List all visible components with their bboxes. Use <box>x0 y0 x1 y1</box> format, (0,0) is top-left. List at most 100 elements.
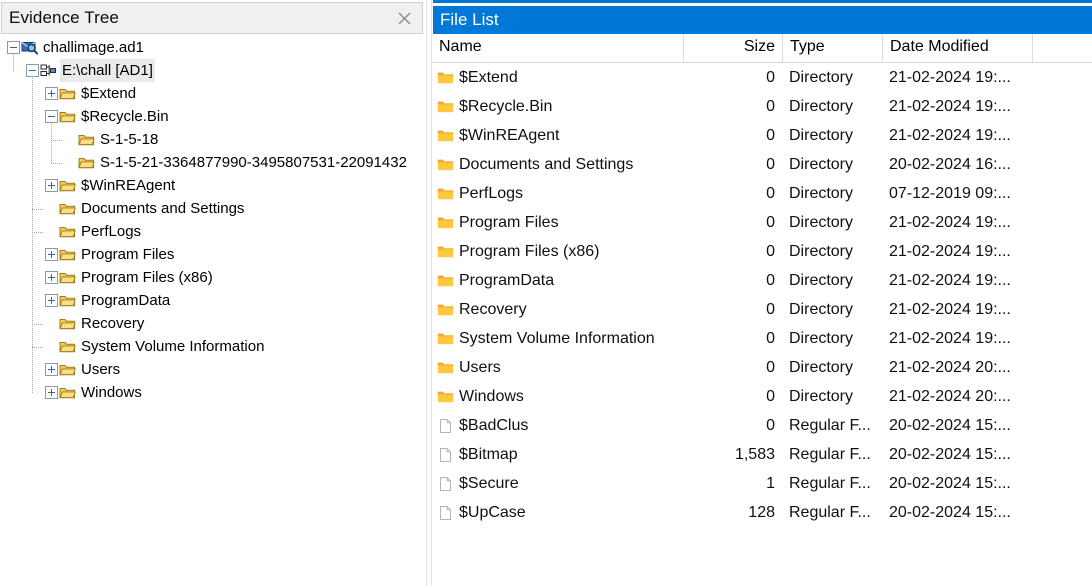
folder-icon <box>59 224 76 239</box>
tree-node-label: Program Files <box>79 243 176 266</box>
column-header-date-modified[interactable]: Date Modified <box>882 34 1032 62</box>
cell-name: Users <box>433 359 683 377</box>
file-list-rows[interactable]: $Extend0Directory21-02-2024 19:...$Recyc… <box>433 63 1092 586</box>
table-row[interactable]: $BadClus0Regular F...20-02-2024 15:... <box>433 411 1092 440</box>
cell-type: Regular F... <box>782 504 882 522</box>
tree-node-label: System Volume Information <box>79 335 266 358</box>
cell-name: Windows <box>433 388 683 406</box>
column-header-name[interactable]: Name <box>433 34 683 62</box>
expand-icon[interactable] <box>45 87 58 100</box>
file-name-label: Program Files <box>459 214 559 232</box>
evidence-tree-pane: Evidence Tree challimage.ad1E:\chall [AD… <box>0 0 426 586</box>
tree-node[interactable]: challimage.ad1 <box>0 36 426 59</box>
cell-date-modified: 21-02-2024 19:... <box>882 272 1032 290</box>
file-name-label: $BadClus <box>459 417 528 435</box>
column-header-type[interactable]: Type <box>782 34 882 62</box>
cell-size: 0 <box>683 214 782 232</box>
tree-node-label: ProgramData <box>79 289 172 312</box>
tree-node[interactable]: PerfLogs <box>0 220 426 243</box>
cell-date-modified: 21-02-2024 20:... <box>882 388 1032 406</box>
tree-node[interactable]: Documents and Settings <box>0 197 426 220</box>
expand-icon[interactable] <box>45 179 58 192</box>
file-name-label: Program Files (x86) <box>459 243 599 261</box>
tree-node[interactable]: E:\chall [AD1] <box>0 59 426 82</box>
tree-node-label: $WinREAgent <box>79 174 177 197</box>
folder-icon <box>437 331 454 347</box>
tree-node[interactable]: ProgramData <box>0 289 426 312</box>
tree-node-label: S-1-5-21-3364877990-3495807531-22091432 <box>98 151 409 174</box>
tree-node[interactable]: $Recycle.Bin <box>0 105 426 128</box>
cell-type: Directory <box>782 69 882 87</box>
cell-date-modified: 21-02-2024 20:... <box>882 359 1032 377</box>
cell-size: 0 <box>683 98 782 116</box>
cell-size: 1,583 <box>683 446 782 464</box>
tree-node[interactable]: Windows <box>0 381 426 404</box>
tree-node[interactable]: S-1-5-18 <box>0 128 426 151</box>
expand-icon[interactable] <box>45 294 58 307</box>
table-row[interactable]: $Extend0Directory21-02-2024 19:... <box>433 63 1092 92</box>
table-row[interactable]: Program Files0Directory21-02-2024 19:... <box>433 208 1092 237</box>
evidence-tree-title: Evidence Tree <box>2 8 119 28</box>
table-row[interactable]: ProgramData0Directory21-02-2024 19:... <box>433 266 1092 295</box>
expand-icon[interactable] <box>45 386 58 399</box>
cell-name: $BadClus <box>433 417 683 435</box>
evidence-tree-list[interactable]: challimage.ad1E:\chall [AD1]$Extend$Recy… <box>0 36 426 586</box>
file-list-pane: File List Name Size Type Date Modified $… <box>432 0 1092 586</box>
folder-icon <box>59 293 76 308</box>
tree-node[interactable]: S-1-5-21-3364877990-3495807531-22091432 <box>0 151 426 174</box>
tree-node[interactable]: Program Files (x86) <box>0 266 426 289</box>
tree-node[interactable]: Users <box>0 358 426 381</box>
column-header-size[interactable]: Size <box>683 34 782 62</box>
cell-size: 0 <box>683 272 782 290</box>
table-row[interactable]: Program Files (x86)0Directory21-02-2024 … <box>433 237 1092 266</box>
cell-type: Directory <box>782 359 882 377</box>
file-name-label: $Extend <box>459 69 518 87</box>
table-row[interactable]: Recovery0Directory21-02-2024 19:... <box>433 295 1092 324</box>
tree-node[interactable]: System Volume Information <box>0 335 426 358</box>
cell-size: 0 <box>683 156 782 174</box>
table-row[interactable]: System Volume Information0Directory21-02… <box>433 324 1092 353</box>
table-row[interactable]: $UpCase128Regular F...20-02-2024 15:... <box>433 498 1092 527</box>
cell-name: Program Files <box>433 214 683 232</box>
folder-icon <box>437 273 454 289</box>
folder-icon <box>59 270 76 285</box>
table-row[interactable]: $Secure1Regular F...20-02-2024 15:... <box>433 469 1092 498</box>
close-icon[interactable] <box>392 7 416 29</box>
folder-icon <box>437 70 454 86</box>
cell-date-modified: 20-02-2024 15:... <box>882 475 1032 493</box>
cell-type: Regular F... <box>782 417 882 435</box>
folder-icon <box>59 385 76 400</box>
folder-icon <box>59 201 76 216</box>
collapse-icon[interactable] <box>7 41 20 54</box>
table-row[interactable]: Windows0Directory21-02-2024 20:... <box>433 382 1092 411</box>
file-name-label: PerfLogs <box>459 185 523 203</box>
cell-size: 0 <box>683 127 782 145</box>
evidence-image-icon <box>21 40 38 55</box>
cell-name: Program Files (x86) <box>433 243 683 261</box>
table-row[interactable]: Users0Directory21-02-2024 20:... <box>433 353 1092 382</box>
expand-icon[interactable] <box>45 363 58 376</box>
folder-icon <box>437 389 454 405</box>
table-row[interactable]: PerfLogs0Directory07-12-2019 09:... <box>433 179 1092 208</box>
collapse-icon[interactable] <box>26 64 39 77</box>
expand-icon[interactable] <box>45 271 58 284</box>
tree-node[interactable]: Recovery <box>0 312 426 335</box>
tree-node[interactable]: Program Files <box>0 243 426 266</box>
cell-name: Recovery <box>433 301 683 319</box>
table-row[interactable]: $Recycle.Bin0Directory21-02-2024 19:... <box>433 92 1092 121</box>
table-row[interactable]: $WinREAgent0Directory21-02-2024 19:... <box>433 121 1092 150</box>
tree-node[interactable]: $Extend <box>0 82 426 105</box>
expand-icon[interactable] <box>45 248 58 261</box>
ftk-imager-window: Evidence Tree challimage.ad1E:\chall [AD… <box>0 0 1092 586</box>
cell-type: Directory <box>782 127 882 145</box>
tree-guide-stub <box>51 163 62 164</box>
cell-name: $UpCase <box>433 504 683 522</box>
cell-type: Directory <box>782 185 882 203</box>
evidence-tree-titlebar: Evidence Tree <box>1 2 423 34</box>
tree-node[interactable]: $WinREAgent <box>0 174 426 197</box>
collapse-icon[interactable] <box>45 110 58 123</box>
folder-icon <box>59 178 76 193</box>
table-row[interactable]: Documents and Settings0Directory20-02-20… <box>433 150 1092 179</box>
cell-type: Regular F... <box>782 475 882 493</box>
table-row[interactable]: $Bitmap1,583Regular F...20-02-2024 15:..… <box>433 440 1092 469</box>
